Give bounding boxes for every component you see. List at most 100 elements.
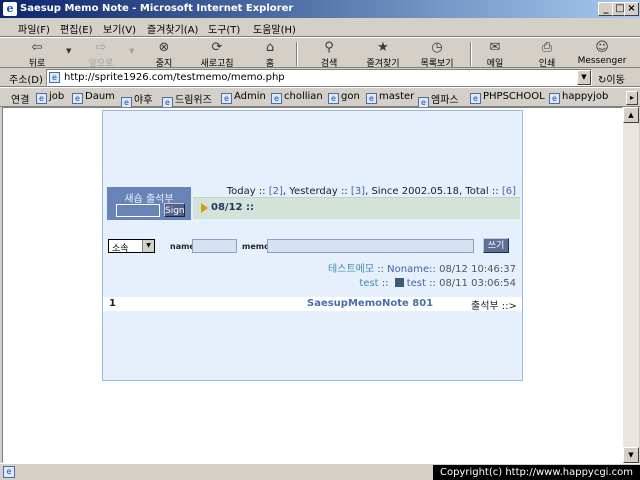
toolbar-separator xyxy=(470,42,472,66)
memo-title[interactable]: test xyxy=(359,278,378,289)
scroll-up-icon[interactable]: ▲ xyxy=(623,107,639,123)
link-page-icon: e xyxy=(549,93,560,104)
menu-favorites[interactable]: 즐겨찾기(A) xyxy=(147,21,198,36)
stop-button[interactable]: ⊗ 중지 xyxy=(146,39,182,69)
menu-tools[interactable]: 도구(T) xyxy=(208,21,240,36)
sign-button[interactable]: Sign xyxy=(164,203,185,217)
memo-time: 08/12 10:46:37 xyxy=(439,264,516,275)
memo-author: test xyxy=(406,278,426,289)
search-button[interactable]: ⚲ 검색 xyxy=(310,39,348,69)
refresh-icon: ⟳ xyxy=(211,40,223,55)
messenger-button[interactable]: ☺ Messenger xyxy=(574,39,630,69)
link-phpschool[interactable]: e PHPSCHOOL xyxy=(470,91,545,104)
link-job[interactable]: e job xyxy=(36,91,64,104)
links-bar: 연결 e job e Daum e 야후 e 드림위즈 e Admin e chollian… xyxy=(0,87,640,108)
memo-time: 08/11 03:06:54 xyxy=(439,278,516,289)
link-page-icon: e xyxy=(72,93,83,104)
address-dropdown-icon[interactable]: ▼ xyxy=(577,70,591,85)
today-count: [2] xyxy=(268,186,283,197)
link-daum[interactable]: e Daum xyxy=(72,91,115,104)
memo-form: 소속 ▼ name memo 쓰기 xyxy=(108,238,520,256)
page-number[interactable]: 1 xyxy=(109,298,116,309)
favorites-button[interactable]: ★ 즐겨찾기 xyxy=(360,39,406,69)
stop-icon: ⊗ xyxy=(158,40,170,55)
page-viewport: 새숍 출석부 Sign Today :: [2], Yesterday :: [… xyxy=(2,107,623,463)
link-admin[interactable]: e Admin xyxy=(221,91,266,104)
window-title: Saesup Memo Note - Microsoft Internet Ex… xyxy=(20,3,294,14)
memo-entry: test :: test :: 08/11 03:06:54 xyxy=(359,278,516,289)
mail-icon[interactable] xyxy=(394,278,404,287)
messenger-icon: ☺ xyxy=(595,40,609,55)
attendance-box: 새숍 출석부 Sign xyxy=(107,187,191,220)
brand-link[interactable]: SaesupMemoNote 801 xyxy=(307,298,433,309)
attendance-link[interactable]: 출석부 ::> xyxy=(471,297,517,312)
home-button[interactable]: ⌂ 홈 xyxy=(254,39,286,69)
memo-label: memo xyxy=(242,242,270,251)
page-icon: e xyxy=(49,72,60,83)
address-input[interactable]: e http://sprite1926.com/testmemo/memo.ph… xyxy=(46,69,592,86)
back-button[interactable]: ⇦ 뒤로 xyxy=(18,39,56,69)
forward-arrow-icon: ⇨ xyxy=(95,40,107,55)
favorites-icon: ★ xyxy=(377,40,389,55)
link-gon[interactable]: e gon xyxy=(328,91,360,104)
memo-input[interactable] xyxy=(267,239,474,253)
link-dreamwiz[interactable]: e 드림위즈 xyxy=(162,91,212,108)
yesterday-count: [3] xyxy=(350,186,366,197)
refresh-button[interactable]: ⟳ 새로고침 xyxy=(194,39,240,69)
menu-bar: 파일(F) 편집(E) 보기(V) 즐겨찾기(A) 도구(T) 도움말(H) xyxy=(0,18,640,37)
forward-button[interactable]: ⇨ 앞으로 xyxy=(80,39,122,69)
triangle-arrow-icon xyxy=(201,203,208,213)
title-bar: e Saesup Memo Note - Microsoft Internet … xyxy=(0,0,640,18)
total-count: [6] xyxy=(501,186,516,197)
ie-status-icon: e xyxy=(3,466,15,478)
visit-stats: Today :: [2], Yesterday :: [3], Since 20… xyxy=(226,186,516,197)
menu-view[interactable]: 보기(V) xyxy=(103,21,136,36)
group-select[interactable]: 소속 ▼ xyxy=(108,239,155,254)
memo-footer: 1 SaesupMemoNote 801 출석부 ::> xyxy=(103,297,522,312)
link-chollian[interactable]: e chollian xyxy=(271,91,323,104)
forward-dropdown-icon[interactable]: ▼ xyxy=(129,47,134,55)
memo-author: Noname xyxy=(387,264,430,275)
address-url[interactable]: http://sprite1926.com/testmemo/memo.php xyxy=(64,72,285,83)
print-button[interactable]: ⎙ 인쇄 xyxy=(530,39,564,69)
print-icon: ⎙ xyxy=(541,40,553,55)
chevron-down-icon[interactable]: ▼ xyxy=(142,240,154,252)
link-page-icon: e xyxy=(36,93,47,104)
mail-button[interactable]: ✉ 메일 xyxy=(478,39,512,69)
memo-title[interactable]: 테스트메모 xyxy=(328,264,374,275)
address-bar: 주소(D) e http://sprite1926.com/testmemo/m… xyxy=(0,68,640,87)
history-button[interactable]: ◷ 목록보기 xyxy=(414,39,460,69)
go-button[interactable]: ↻이동 xyxy=(598,71,625,86)
ie-logo-icon: e xyxy=(3,2,17,16)
link-page-icon: e xyxy=(271,93,282,104)
link-page-icon: e xyxy=(221,93,232,104)
history-icon: ◷ xyxy=(431,40,443,55)
copyright-banner: Copyright(c) http://www.happycgi.com xyxy=(433,465,640,480)
standard-toolbar: ⇦ 뒤로 ▼ ⇨ 앞으로 ▼ ⊗ 중지 ⟳ 새로고침 ⌂ 홈 ⚲ 검색 ★ 즐겨… xyxy=(0,37,640,69)
back-arrow-icon: ⇦ xyxy=(31,40,43,55)
link-empas[interactable]: e 엠파스 xyxy=(418,91,459,108)
status-bar: e Copyright(c) http://www.happycgi.com xyxy=(0,463,640,480)
name-input[interactable] xyxy=(192,239,237,253)
menu-file[interactable]: 파일(F) xyxy=(18,21,50,36)
address-label: 주소(D) xyxy=(9,75,43,86)
write-button[interactable]: 쓰기 xyxy=(483,238,509,253)
link-master[interactable]: e master xyxy=(366,91,414,104)
back-dropdown-icon[interactable]: ▼ xyxy=(66,47,71,55)
toolbar-separator xyxy=(296,42,298,66)
attendance-name-input[interactable] xyxy=(116,204,160,217)
links-more-icon[interactable]: ▸ xyxy=(626,91,638,105)
memo-entry: 테스트메모 :: Noname:: 08/12 10:46:37 xyxy=(328,264,516,275)
menu-edit[interactable]: 편집(E) xyxy=(60,21,93,36)
memo-board: 새숍 출석부 Sign Today :: [2], Yesterday :: [… xyxy=(102,110,523,381)
scroll-down-icon[interactable]: ▼ xyxy=(623,447,639,463)
mail-icon: ✉ xyxy=(489,40,501,55)
vertical-scrollbar[interactable]: ▲ ▼ xyxy=(623,107,639,463)
menu-help[interactable]: 도움말(H) xyxy=(253,21,296,36)
link-happyjob[interactable]: e happyjob xyxy=(549,91,608,104)
date-header: 08/12 :: xyxy=(211,202,254,213)
link-yahoo[interactable]: e 야후 xyxy=(121,91,152,108)
close-button[interactable]: × xyxy=(624,2,639,16)
link-page-icon: e xyxy=(328,93,339,104)
home-icon: ⌂ xyxy=(265,40,275,55)
